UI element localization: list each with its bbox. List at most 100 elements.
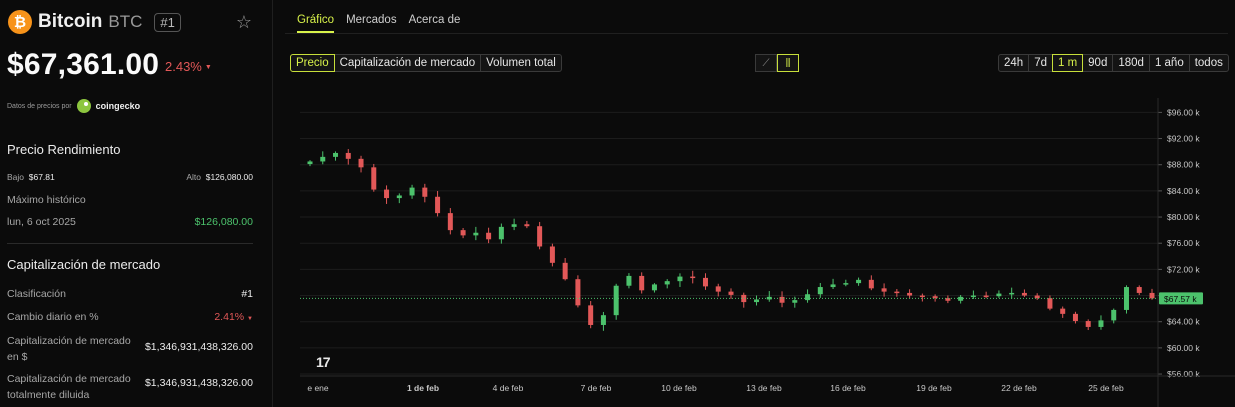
caret-down-icon: ▼ (204, 64, 212, 72)
ath-row: lun, 6 oct 2025 $126,080.00 (7, 216, 253, 228)
candle-body (345, 152, 351, 159)
candle-body (754, 299, 760, 303)
metric-market-cap-button[interactable]: Capitalización de mercado (333, 54, 482, 72)
daily-change-row: Cambio diario en % 2.41% ▼ (7, 311, 253, 323)
candle-body (651, 284, 657, 291)
candle-body (307, 161, 313, 165)
candle-body (511, 224, 517, 227)
tab-about[interactable]: Acerca de (409, 14, 461, 33)
main-tabs: Gráfico Mercados Acerca de (297, 14, 460, 33)
candle-body (881, 288, 887, 292)
y-tick-label: $64.00 k (1167, 317, 1200, 327)
coin-header: ₿ Bitcoin BTC #1 ☆ (8, 10, 256, 34)
candle-body (856, 279, 862, 284)
x-tick-label: 7 de feb (581, 383, 612, 393)
rank-label: Clasificación (7, 288, 66, 300)
coingecko-icon (76, 99, 91, 113)
market-cap-label-1: Capitalización de mercado (7, 335, 131, 347)
x-tick-label: e ene (307, 383, 329, 393)
candle-body (486, 232, 492, 240)
fdv-label-2: totalmente diluida (7, 389, 90, 401)
price-chart[interactable]: $96.00 k $92.00 k $88.00 k $84.00 k $80.00 k… (300, 98, 1235, 407)
candle-body (422, 187, 428, 197)
y-tick-label: $76.00 k (1167, 238, 1200, 248)
candle-body (715, 286, 721, 292)
market-cap-title: Capitalización de mercado (7, 257, 161, 272)
candle-body (460, 230, 466, 236)
candle-body (1021, 292, 1027, 296)
metric-volume-button[interactable]: Volumen total (480, 54, 562, 72)
ath-label-row: Máximo histórico (7, 194, 253, 206)
rank-value: #1 (241, 288, 253, 300)
range-24h-button[interactable]: 24h (998, 54, 1030, 72)
candle-body (498, 226, 504, 240)
range-90d-button[interactable]: 90d (1082, 54, 1114, 72)
high-value: $126,080.00 (205, 172, 253, 182)
line-chart-icon[interactable]: ⟋ (755, 54, 777, 72)
candle-body (779, 296, 785, 303)
candle-body (728, 291, 734, 295)
tab-chart[interactable]: Gráfico (297, 14, 335, 33)
range-180d-button[interactable]: 180d (1112, 54, 1150, 72)
divider (7, 243, 253, 244)
y-tick-label: $56.00 k (1167, 369, 1200, 379)
candle-body (588, 305, 594, 325)
range-1y-button[interactable]: 1 año (1148, 54, 1190, 72)
candle-body (537, 226, 543, 247)
candle-body (562, 262, 568, 280)
tab-markets[interactable]: Mercados (346, 14, 397, 33)
candle-body (435, 196, 441, 214)
candle-body (996, 293, 1002, 297)
price-chart-area[interactable]: $96.00 k $92.00 k $88.00 k $84.00 k $80.00 k… (300, 98, 1235, 407)
candle-body (320, 156, 326, 162)
low-value: $67.81 (28, 172, 55, 182)
current-price-label: $67.57 k (1164, 294, 1197, 304)
chart-type-selector: ⟋ ⫼ (755, 54, 799, 72)
candle-body (1009, 292, 1015, 295)
coin-info-panel: ₿ Bitcoin BTC #1 ☆ $67,361.00 2.43% ▼ Dat… (0, 0, 262, 407)
candle-body (333, 152, 339, 157)
fdv-row: Capitalización de mercado totalmente dil… (7, 371, 253, 403)
ath-date: lun, 6 oct 2025 (7, 216, 76, 228)
range-selector: 24h 7d 1 m 90d 180d 1 año todos (998, 54, 1229, 72)
range-1m-button[interactable]: 1 m (1051, 54, 1084, 72)
candle-body (396, 195, 402, 199)
coin-symbol: BTC (108, 12, 143, 31)
y-tick-label: $96.00 k (1167, 107, 1200, 117)
candle-body (894, 291, 900, 294)
candlestick-icon[interactable]: ⫼ (777, 54, 799, 72)
ath-label: Máximo histórico (7, 194, 86, 206)
y-tick-label: $60.00 k (1167, 343, 1200, 353)
market-cap-row: Capitalización de mercado en $ $1,346,93… (7, 333, 253, 365)
performance-title: Precio Rendimiento (7, 142, 121, 157)
star-icon[interactable]: ☆ (236, 12, 252, 33)
high-label: Alto (186, 172, 201, 182)
panel-divider (272, 0, 273, 407)
candle-body (702, 277, 708, 287)
x-tick-label: 13 de feb (746, 383, 782, 393)
coingecko-link[interactable]: coingecko (96, 101, 141, 111)
metric-price-button[interactable]: Precio (290, 54, 335, 72)
low-label: Bajo (7, 172, 25, 182)
candle-body (358, 158, 364, 168)
candle-body (626, 275, 632, 286)
candle-body (600, 315, 606, 325)
candle-body (945, 298, 951, 301)
price-source: Datos de precios por coingecko (7, 99, 140, 113)
range-7d-button[interactable]: 7d (1028, 54, 1053, 72)
fdv-label-1: Capitalización de mercado (7, 373, 131, 385)
x-tick-label: 4 de feb (493, 383, 524, 393)
range-all-button[interactable]: todos (1188, 54, 1229, 72)
market-cap-value: $1,346,931,438,326.00 (144, 341, 253, 353)
candle-body (868, 279, 874, 289)
current-price: $67,361.00 (7, 48, 160, 81)
candle-body (983, 295, 989, 298)
tradingview-logo-icon: 17 (316, 354, 331, 370)
candle-body (371, 167, 377, 190)
candle-body (677, 276, 683, 282)
rank-row: Clasificación #1 (7, 288, 253, 300)
price-change-value: 2.43% (165, 59, 202, 74)
candle-body (1085, 321, 1091, 327)
market-cap-label-2: en $ (7, 351, 28, 363)
y-tick-label: $92.00 k (1167, 134, 1200, 144)
